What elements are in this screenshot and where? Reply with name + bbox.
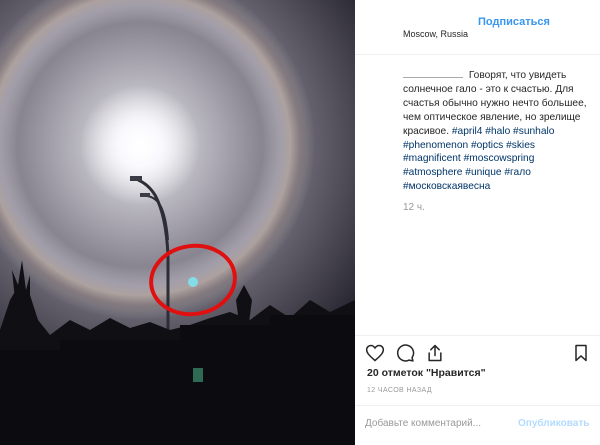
username-placeholder[interactable] <box>403 69 463 78</box>
comment-time: 12 ч. <box>403 202 425 213</box>
green-sign <box>193 368 203 382</box>
halo-photo <box>0 0 355 445</box>
action-bar <box>355 340 600 366</box>
post-caption: Говорят, что увидеть солнечное гало - эт… <box>403 69 593 194</box>
comment-icon[interactable] <box>395 343 415 363</box>
comment-divider <box>355 405 600 406</box>
publish-button[interactable]: Опубликовать <box>518 418 589 429</box>
share-icon[interactable] <box>425 343 445 363</box>
follow-button[interactable]: Подписаться <box>478 16 550 28</box>
post-header: Подписаться Moscow, Russia <box>355 0 600 54</box>
comment-input[interactable] <box>365 418 515 429</box>
post-photo[interactable] <box>0 0 355 445</box>
post-timestamp: 12 ЧАСОВ НАЗАД <box>367 387 432 394</box>
header-divider <box>355 54 600 55</box>
actions-divider <box>355 335 600 336</box>
bookmark-icon[interactable] <box>571 343 591 363</box>
heart-icon[interactable] <box>365 343 385 363</box>
likes-count[interactable]: 20 отметок "Нравится" <box>367 367 486 379</box>
lens-flare <box>188 277 198 287</box>
instagram-post: Подписаться Moscow, Russia Говорят, что … <box>0 0 600 445</box>
avatar[interactable] <box>363 14 399 50</box>
location-link[interactable]: Moscow, Russia <box>403 29 468 39</box>
post-sidebar: Подписаться Moscow, Russia Говорят, что … <box>355 0 600 445</box>
